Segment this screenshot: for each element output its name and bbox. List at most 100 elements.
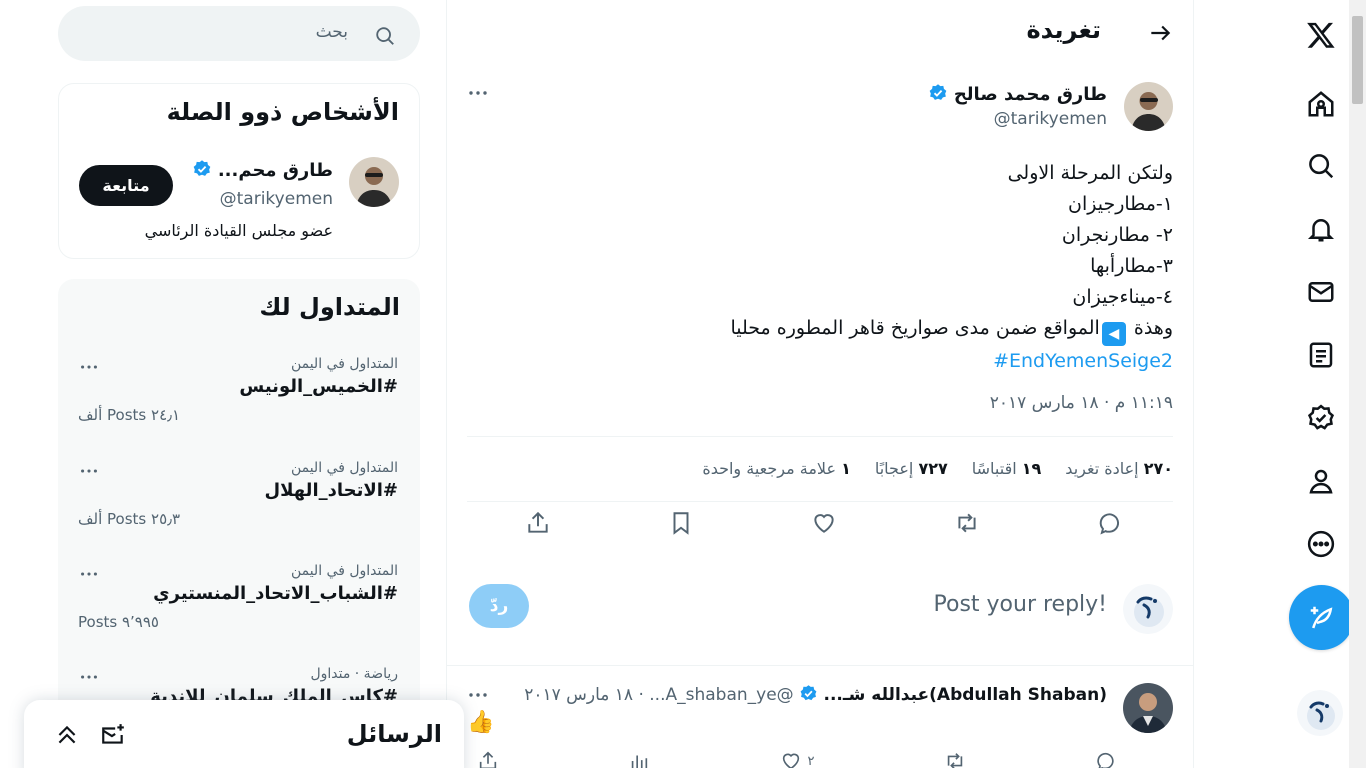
bookmarks-label: علامة مرجعية واحدة [702,459,836,478]
trend-name: #الاتحاد_الهلال [264,480,398,501]
post-line: ٤-ميناءجيزان [1072,286,1173,308]
more-icon[interactable] [1296,519,1346,569]
verified-badge-icon [929,84,946,100]
share-icon[interactable] [525,510,551,536]
notifications-icon[interactable] [1296,204,1346,254]
follow-button[interactable]: متابعة [79,165,173,206]
expand-up-icon[interactable] [54,722,80,748]
post-line-suffix: المواقع ضمن مدى صواريخ قاهر المطوره محلي… [730,317,1100,339]
trend-context: رياضة · متداول [310,666,398,682]
author-name[interactable]: طارق محمد صالح [928,83,1107,105]
retweet-icon [947,753,962,768]
author-handle[interactable]: @tarikyemen [994,109,1107,129]
reply-icon [1097,752,1114,768]
post-hashtag-link[interactable]: #EndYemenSeige2 [993,350,1173,372]
likes-count: ٧٢٧ [918,459,948,478]
person-avatar[interactable] [349,157,399,207]
trend-item[interactable]: المتداول في اليمن #الشباب_الاتحاد_المنست… [58,563,420,663]
trend-more-icon[interactable] [78,356,100,378]
comment-views[interactable] [628,750,650,768]
comment-actions: ٢ [467,750,1173,768]
quotes-stat[interactable]: ١٩ اقتباسًا [972,459,1042,478]
scrollbar-thumb[interactable] [1352,16,1363,104]
retweets-stat[interactable]: ٢٧٠ إعادة تغريد [1065,459,1173,478]
trend-count: ٢٥٫٣ Posts ألف [78,510,181,528]
search-box[interactable]: بحث [58,6,420,61]
trend-item[interactable]: المتداول في اليمن #الاتحاد_الهلال ٢٥٫٣ P… [58,460,420,560]
reply-avatar [1123,584,1173,634]
retweets-count: ٢٧٠ [1143,459,1173,478]
trend-context: المتداول في اليمن [290,563,398,579]
compose-post-button[interactable] [1289,585,1354,650]
post-line: ١-مطارجيزان [1068,193,1173,215]
reply-composer: Post your reply! ردّ [447,562,1193,666]
comment-meta: @A_shaban_ye... · ١٨ مارس ٢٠١٧ [524,685,794,705]
person-name-text: طارق محم... [217,160,333,181]
post-text: ولتكن المرحلة الاولى ١-مطارجيزان ٢- مطار… [613,158,1173,377]
post-more-icon[interactable] [466,81,490,105]
verified-badge-icon [800,685,817,701]
comment-reply[interactable] [1095,750,1117,768]
home-icon[interactable] [1296,79,1346,129]
views-icon [632,755,648,768]
page-title: تغريدة [1026,16,1101,44]
retweet-icon[interactable] [954,510,980,536]
post-line: وهذة ◀المواقع ضمن مدى صواريخ قاهر المطور… [613,313,1173,346]
trend-item[interactable]: المتداول في اليمن #الخميس_الونيس ٢٤٫١ Po… [58,356,420,456]
comment-like-count: ٢ [807,753,815,768]
lists-icon[interactable] [1296,330,1346,380]
post-actions [467,510,1173,554]
author-avatar[interactable] [1124,82,1173,131]
like-icon[interactable] [811,510,837,536]
x-logo-icon[interactable] [1296,10,1346,60]
comment-share[interactable] [477,750,499,768]
bookmarks-count: ١ [841,459,851,478]
back-arrow-icon[interactable] [1147,20,1173,46]
messages-icon[interactable] [1296,267,1346,317]
bookmarks-stat[interactable]: ١ علامة مرجعية واحدة [702,459,851,478]
new-message-icon[interactable] [100,722,126,748]
profile-icon[interactable] [1296,456,1346,506]
trend-count: ٢٤٫١ Posts ألف [78,406,181,424]
verified-orgs-icon[interactable] [1296,393,1346,443]
trends-card: المتداول لك المتداول في اليمن #الخميس_ال… [58,279,420,768]
likes-stat[interactable]: ٧٢٧ إعجابًا [875,459,948,478]
relevant-people-title: الأشخاص ذوو الصلة [166,98,399,126]
trend-name: #الخميس_الونيس [239,376,398,397]
reply-icon[interactable] [1097,510,1123,536]
post-line: ٣-مطارأبها [1090,255,1173,277]
reply-input[interactable]: Post your reply! [934,592,1108,617]
post-timestamp[interactable]: ١١:١٩ م · ١٨ مارس ٢٠١٧ [990,393,1173,413]
main-navigation [1219,0,1354,768]
feather-plus-icon [1310,606,1332,628]
retweets-label: إعادة تغريد [1065,459,1139,478]
comment-text: 👍 [467,710,495,735]
comment-author-name[interactable]: (Abdullah Shaban)عبدالله شـ... [823,685,1107,705]
left-arrow-emoji-icon: ◀ [1101,322,1126,346]
comment-author-avatar[interactable] [1123,683,1173,733]
search-input[interactable]: بحث [316,22,348,42]
trend-more-icon[interactable] [78,666,100,688]
divider [467,501,1173,502]
share-icon [479,751,497,768]
comment-header: (Abdullah Shaban)عبدالله شـ... @A_shaban… [524,684,1107,705]
reply-button[interactable]: ردّ [469,584,529,628]
bookmark-icon[interactable] [668,510,694,536]
page-scrollbar[interactable] [1349,0,1366,768]
likes-label: إعجابًا [874,459,914,478]
trend-more-icon[interactable] [78,563,100,585]
divider [467,436,1173,437]
comment-more-icon[interactable] [466,683,490,707]
relevant-people-card: الأشخاص ذوو الصلة طارق محم... @tarikyeme… [58,83,420,259]
trends-title: المتداول لك [259,293,400,321]
quotes-label: اقتباسًا [971,459,1017,478]
trend-more-icon[interactable] [78,460,100,482]
trend-name: #الشباب_الاتحاد_المنستيري [153,583,398,604]
person-handle[interactable]: @tarikyemen [220,189,333,209]
comment-retweet[interactable] [944,750,966,768]
explore-icon[interactable] [1296,141,1346,191]
comment-like[interactable]: ٢ [780,750,815,768]
account-avatar[interactable] [1297,690,1343,736]
person-name[interactable]: طارق محم... [192,159,333,181]
messages-drawer[interactable]: الرسائل [24,700,464,768]
